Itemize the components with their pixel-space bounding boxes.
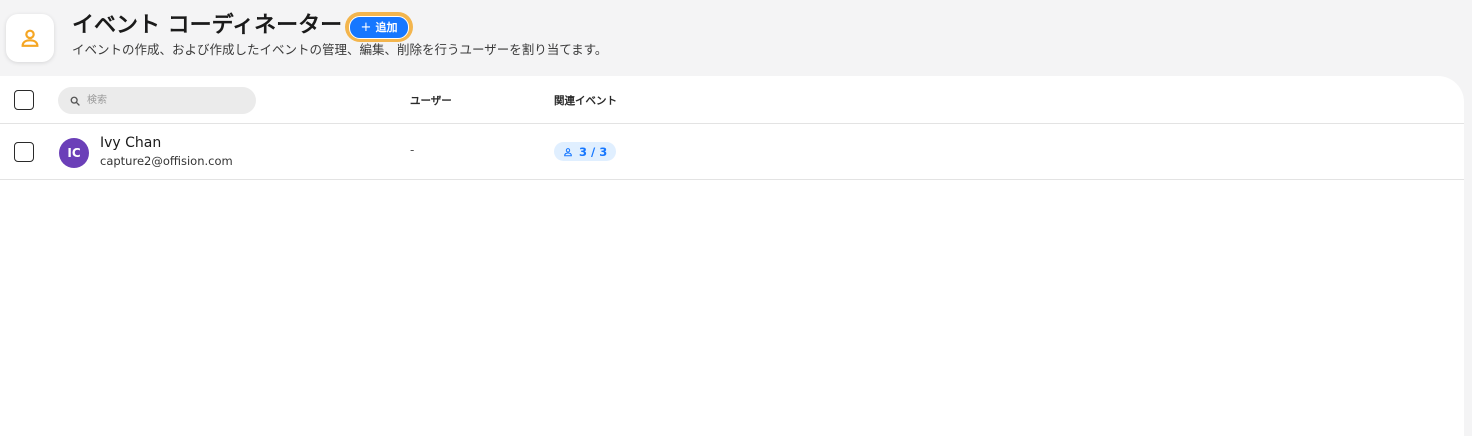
plus-icon: + [360, 19, 372, 35]
page-subtitle: イベントの作成、および作成したイベントの管理、編集、削除を行うユーザーを割り当て… [72, 42, 608, 57]
column-header-user[interactable]: ユーザー [410, 93, 452, 108]
user-name: Ivy Chan [100, 135, 162, 151]
user-email: capture2@offision.com [100, 154, 233, 168]
person-icon [564, 147, 572, 156]
related-events-count: 3 / 3 [579, 144, 608, 159]
add-button-label: 追加 [375, 21, 398, 34]
search-icon [70, 96, 80, 106]
person-icon [21, 29, 39, 47]
coordinator-table: ユーザー 関連イベント IC Ivy Chan capture2@offisio… [0, 76, 1464, 436]
search-input[interactable] [85, 94, 249, 107]
user-cell: - [410, 143, 415, 157]
page-header: イベント コーディネーター + 追加 イベントの作成、および作成したイベントの管… [0, 0, 1472, 76]
column-header-related-events[interactable]: 関連イベント [554, 93, 617, 108]
search-box [58, 87, 256, 114]
table-row[interactable]: IC Ivy Chan capture2@offision.com - 3 / … [0, 124, 1464, 180]
select-all-checkbox[interactable] [14, 90, 34, 110]
add-button-focus-ring: + 追加 [345, 12, 413, 42]
table-header-row: ユーザー 関連イベント [0, 76, 1464, 124]
row-checkbox[interactable] [14, 142, 34, 162]
related-events-badge[interactable]: 3 / 3 [554, 142, 617, 161]
avatar: IC [59, 138, 89, 168]
add-button[interactable]: + 追加 [349, 15, 409, 39]
app-icon [6, 14, 54, 62]
page-title: イベント コーディネーター [72, 13, 343, 38]
